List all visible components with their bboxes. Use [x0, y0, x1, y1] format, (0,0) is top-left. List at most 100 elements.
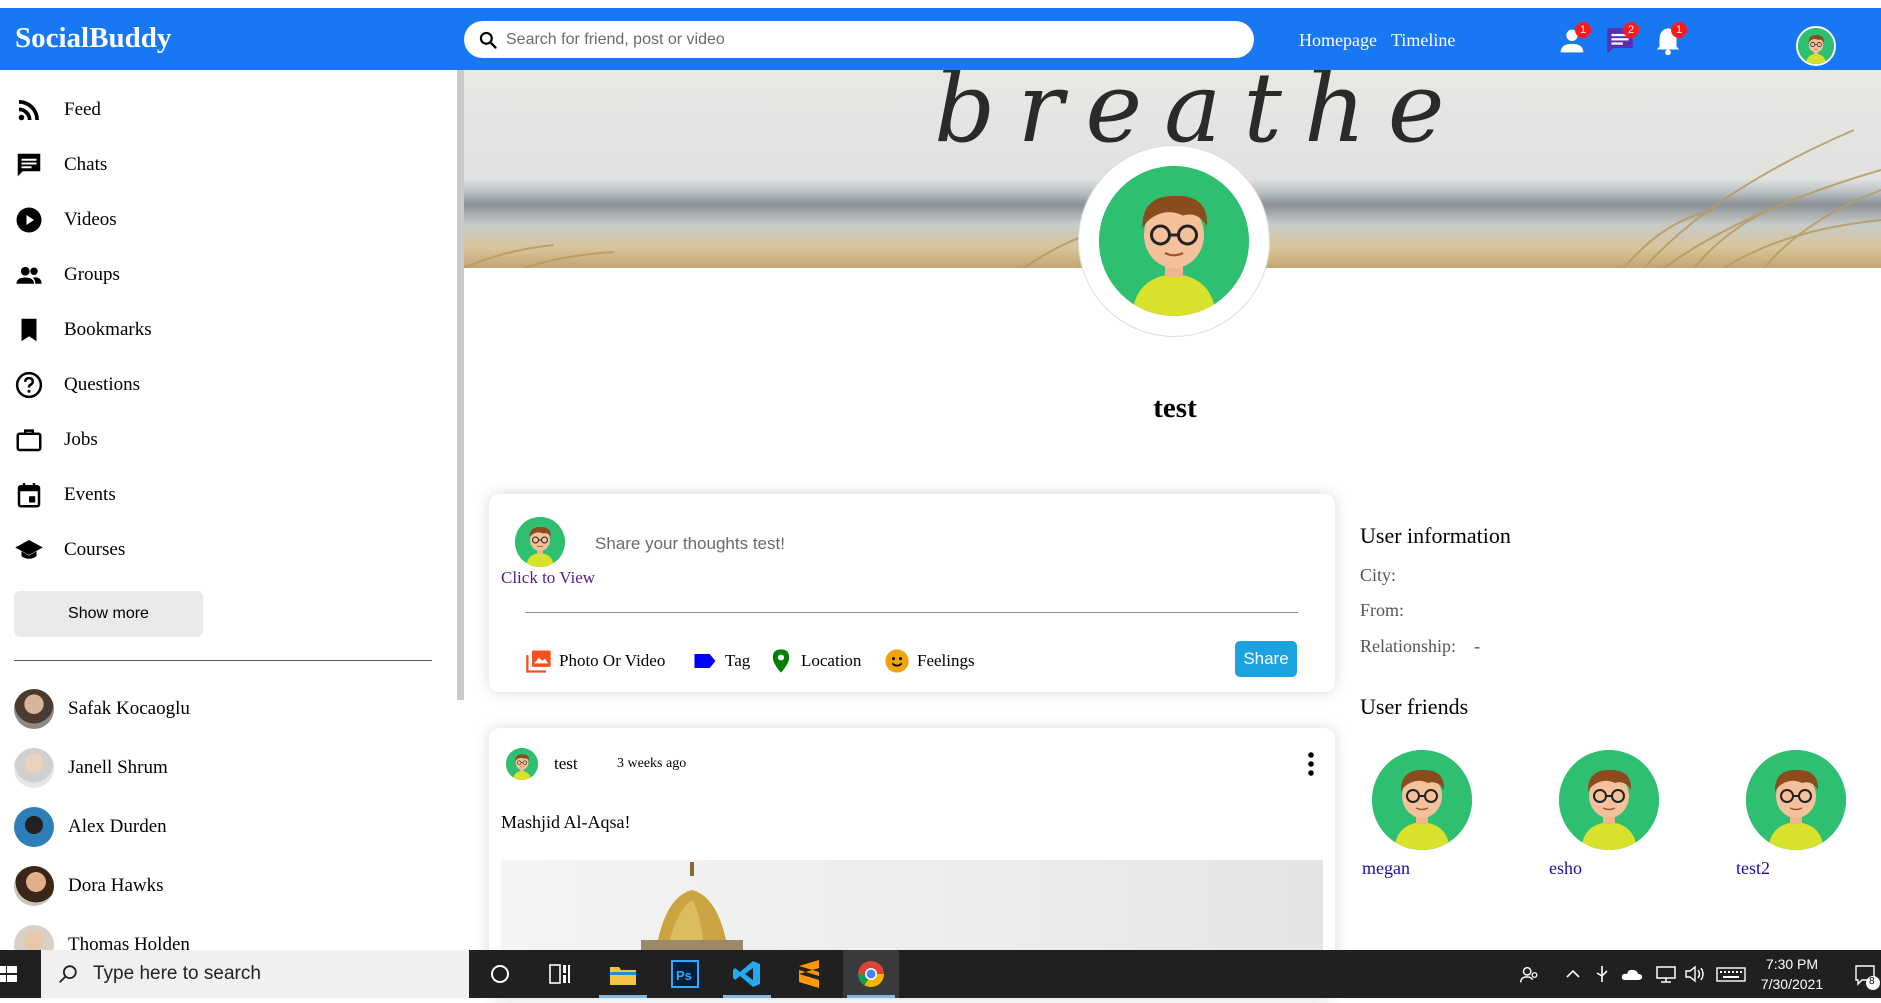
sublime-text-app[interactable] — [781, 950, 837, 998]
onedrive-cloud-icon[interactable] — [1620, 964, 1644, 989]
sidebar-item-chats[interactable]: Chats — [14, 150, 107, 180]
bookmark-icon — [21, 318, 37, 342]
emoji-icon — [885, 649, 909, 673]
sidebar-item-label: Jobs — [64, 429, 98, 450]
profile-avatar-button[interactable] — [1796, 26, 1836, 66]
cortana-button[interactable] — [472, 950, 528, 998]
app-logo[interactable]: SocialBuddy — [15, 22, 171, 55]
usb-icon[interactable] — [1593, 964, 1611, 989]
homepage-link[interactable]: Homepage — [1299, 30, 1377, 51]
location-pin-icon — [772, 649, 790, 673]
start-button[interactable] — [0, 950, 40, 998]
sidebar-item-label: Chats — [64, 154, 108, 175]
photoshop-app[interactable]: Ps — [657, 950, 713, 998]
profile-picture[interactable] — [1078, 145, 1270, 337]
sidebar-friend[interactable]: Safak Kocaoglu — [14, 689, 190, 729]
chat-icon — [17, 153, 41, 177]
folder-icon — [610, 967, 636, 985]
photoshop-icon: Ps — [671, 960, 699, 988]
feelings-label: Feelings — [917, 651, 975, 670]
sidebar-friend[interactable]: Dora Hawks — [14, 866, 164, 906]
post-author-name[interactable]: test — [554, 754, 578, 774]
sidebar-item-label: Questions — [64, 374, 140, 395]
photo-video-label: Photo Or Video — [559, 651, 666, 670]
messages-button[interactable]: 2 — [1603, 22, 1639, 58]
action-center-button[interactable]: 8 — [1850, 950, 1881, 998]
windows-logo-icon — [0, 966, 17, 982]
info-city-row: City: — [1360, 565, 1414, 586]
sidebar-friend[interactable]: Alex Durden — [14, 807, 167, 847]
volume-icon[interactable] — [1684, 964, 1706, 989]
windows-taskbar: Type here to search Ps 7:30 PM 7/30/2021… — [0, 950, 1881, 998]
user-friend-card[interactable]: megan — [1362, 750, 1472, 879]
chrome-app[interactable] — [843, 950, 899, 998]
tag-option[interactable]: Tag — [691, 647, 750, 675]
user-friend-avatar — [1559, 750, 1659, 850]
sidebar-friend[interactable]: Thomas Holden — [14, 925, 190, 950]
more-vert-icon[interactable] — [1305, 750, 1317, 778]
share-avatar[interactable] — [515, 517, 565, 567]
post-author-avatar[interactable] — [506, 748, 538, 780]
user-friend-name: megan — [1362, 858, 1410, 878]
sidebar-item-groups[interactable]: Groups — [14, 260, 120, 290]
taskbar-search-placeholder: Type here to search — [93, 963, 261, 984]
sidebar-item-courses[interactable]: Courses — [14, 535, 125, 565]
search-input[interactable] — [506, 30, 1206, 49]
notifications-button[interactable]: 1 — [1651, 22, 1687, 58]
user-friend-card[interactable]: test2 — [1736, 750, 1846, 879]
share-button[interactable]: Share — [1235, 641, 1297, 677]
location-option[interactable]: Location — [767, 647, 861, 675]
from-label: From: — [1360, 600, 1405, 620]
friend-avatar — [14, 925, 54, 950]
friend-name: Alex Durden — [68, 816, 167, 837]
keyboard-icon[interactable] — [1716, 964, 1746, 989]
timeline-link[interactable]: Timeline — [1391, 30, 1455, 51]
notifications-badge: 1 — [1671, 22, 1687, 38]
svg-text:Ps: Ps — [676, 968, 692, 983]
friend-name: Safak Kocaoglu — [68, 698, 190, 719]
sidebar-item-feed[interactable]: Feed — [14, 95, 101, 125]
sidebar-item-events[interactable]: Events — [14, 480, 116, 510]
sidebar-item-videos[interactable]: Videos — [14, 205, 117, 235]
info-relationship-row: Relationship: - — [1360, 636, 1480, 657]
sidebar-item-label: Videos — [64, 209, 117, 230]
clock-date: 7/30/2021 — [1760, 976, 1824, 992]
people-icon[interactable] — [1518, 964, 1540, 991]
network-icon[interactable] — [1655, 964, 1677, 989]
sidebar-item-label: Feed — [64, 99, 101, 120]
search-bar[interactable] — [464, 21, 1254, 58]
task-view-button[interactable] — [532, 950, 588, 998]
school-icon — [15, 540, 43, 559]
sidebar-item-questions[interactable]: Questions — [14, 370, 140, 400]
sidebar-item-label: Courses — [64, 539, 126, 560]
show-more-button[interactable]: Show more — [14, 591, 203, 637]
sidebar-item-bookmarks[interactable]: Bookmarks — [14, 315, 152, 345]
sidebar-friend[interactable]: Janell Shrum — [14, 748, 168, 788]
notification-count: 8 — [1869, 976, 1875, 987]
share-divider — [525, 612, 1298, 613]
click-to-view-link[interactable]: Click to View — [501, 568, 595, 588]
left-sidebar: Feed Chats Videos Groups Bookmarks Quest… — [0, 70, 458, 950]
feelings-option[interactable]: Feelings — [883, 647, 975, 675]
friend-name: Dora Hawks — [68, 875, 164, 896]
friend-requests-button[interactable]: 1 — [1555, 22, 1591, 58]
file-explorer-app[interactable] — [595, 950, 651, 998]
sidebar-item-jobs[interactable]: Jobs — [14, 425, 98, 455]
location-label: Location — [801, 651, 862, 670]
user-friend-avatar — [1746, 750, 1846, 850]
window-top-strip — [0, 0, 1881, 8]
friend-avatar — [14, 689, 54, 729]
clock-time: 7:30 PM — [1765, 956, 1819, 972]
taskbar-search[interactable]: Type here to search — [41, 950, 469, 998]
sidebar-scrollbar[interactable] — [457, 70, 464, 700]
photo-video-option[interactable]: Photo Or Video — [525, 647, 665, 675]
chevron-up-icon[interactable] — [1565, 964, 1581, 989]
user-friend-card[interactable]: esho — [1549, 750, 1659, 879]
sublime-icon — [799, 960, 819, 988]
taskbar-clock[interactable]: 7:30 PM 7/30/2021 — [1752, 954, 1832, 994]
share-input[interactable] — [595, 534, 1195, 554]
vscode-icon — [733, 961, 760, 987]
relationship-value: - — [1474, 636, 1480, 656]
vscode-app[interactable] — [719, 950, 775, 998]
friend-avatar — [14, 748, 54, 788]
